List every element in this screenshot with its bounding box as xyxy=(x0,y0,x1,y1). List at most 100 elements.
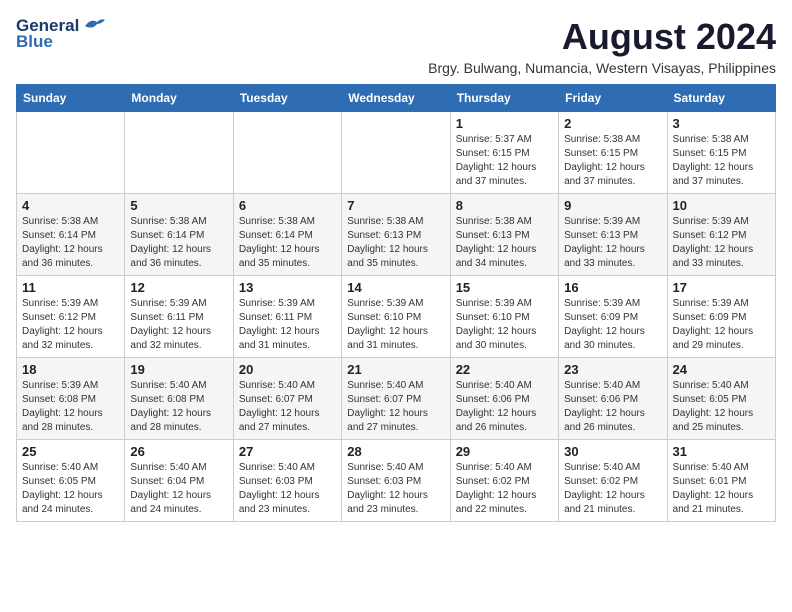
logo-bird-icon xyxy=(83,16,107,36)
day-number: 30 xyxy=(564,444,661,459)
calendar-cell: 3 Sunrise: 5:38 AMSunset: 6:15 PMDaylight… xyxy=(667,112,775,194)
day-number: 16 xyxy=(564,280,661,295)
calendar-cell: 27Sunrise: 5:40 AMSunset: 6:03 PMDayligh… xyxy=(233,440,341,522)
header-cell-saturday: Saturday xyxy=(667,85,775,112)
title-block: August 2024 Brgy. Bulwang, Numancia, Wes… xyxy=(428,16,776,76)
day-number: 6 xyxy=(239,198,336,213)
day-number: 9 xyxy=(564,198,661,213)
calendar-cell: 8 Sunrise: 5:38 AMSunset: 6:13 PMDaylight… xyxy=(450,194,558,276)
day-info: Sunrise: 5:40 AMSunset: 6:05 PMDaylight:… xyxy=(673,379,770,435)
header-row: SundayMondayTuesdayWednesdayThursdayFrid… xyxy=(17,85,776,112)
day-number: 31 xyxy=(673,444,770,459)
day-info: Sunrise: 5:39 AMSunset: 6:09 PMDaylight:… xyxy=(673,297,770,353)
calendar-cell: 28 Sunrise: 5:40 AMSunset: 6:03 PMDayligh… xyxy=(342,440,450,522)
day-info: Sunrise: 5:38 AMSunset: 6:13 PMDaylight:… xyxy=(347,215,444,271)
header-cell-monday: Monday xyxy=(125,85,233,112)
calendar-cell: 7 Sunrise: 5:38 AMSunset: 6:13 PMDaylight… xyxy=(342,194,450,276)
day-number: 19 xyxy=(130,362,227,377)
calendar-cell: 25Sunrise: 5:40 AMSunset: 6:05 PMDayligh… xyxy=(17,440,125,522)
day-info: Sunrise: 5:40 AMSunset: 6:02 PMDaylight:… xyxy=(456,461,553,517)
day-info: Sunrise: 5:40 AMSunset: 6:01 PMDaylight:… xyxy=(673,461,770,517)
calendar-cell: 13 Sunrise: 5:39 AMSunset: 6:11 PMDayligh… xyxy=(233,276,341,358)
calendar-cell: 2 Sunrise: 5:38 AMSunset: 6:15 PMDaylight… xyxy=(559,112,667,194)
page-title: August 2024 xyxy=(428,16,776,58)
day-info: Sunrise: 5:40 AMSunset: 6:02 PMDaylight:… xyxy=(564,461,661,517)
day-number: 8 xyxy=(456,198,553,213)
calendar-cell: 10Sunrise: 5:39 AMSunset: 6:12 PMDayligh… xyxy=(667,194,775,276)
day-number: 24 xyxy=(673,362,770,377)
day-info: Sunrise: 5:39 AMSunset: 6:12 PMDaylight:… xyxy=(673,215,770,271)
day-number: 11 xyxy=(22,280,119,295)
day-number: 15 xyxy=(456,280,553,295)
page-subtitle: Brgy. Bulwang, Numancia, Western Visayas… xyxy=(428,60,776,76)
calendar-cell: 22 Sunrise: 5:40 AMSunset: 6:06 PMDayligh… xyxy=(450,358,558,440)
day-info: Sunrise: 5:40 AMSunset: 6:07 PMDaylight:… xyxy=(239,379,336,435)
calendar-cell: 16 Sunrise: 5:39 AMSunset: 6:09 PMDayligh… xyxy=(559,276,667,358)
day-info: Sunrise: 5:38 AMSunset: 6:14 PMDaylight:… xyxy=(130,215,227,271)
day-info: Sunrise: 5:39 AMSunset: 6:11 PMDaylight:… xyxy=(130,297,227,353)
calendar-cell xyxy=(125,112,233,194)
day-number: 5 xyxy=(130,198,227,213)
calendar-cell: 14 Sunrise: 5:39 AMSunset: 6:10 PMDayligh… xyxy=(342,276,450,358)
calendar-header: SundayMondayTuesdayWednesdayThursdayFrid… xyxy=(17,85,776,112)
day-info: Sunrise: 5:39 AMSunset: 6:09 PMDaylight:… xyxy=(564,297,661,353)
calendar-cell: 11 Sunrise: 5:39 AMSunset: 6:12 PMDayligh… xyxy=(17,276,125,358)
calendar-cell: 15 Sunrise: 5:39 AMSunset: 6:10 PMDayligh… xyxy=(450,276,558,358)
day-info: Sunrise: 5:39 AMSunset: 6:10 PMDaylight:… xyxy=(347,297,444,353)
day-info: Sunrise: 5:39 AMSunset: 6:12 PMDaylight:… xyxy=(22,297,119,353)
day-info: Sunrise: 5:39 AMSunset: 6:13 PMDaylight:… xyxy=(564,215,661,271)
day-info: Sunrise: 5:40 AMSunset: 6:03 PMDaylight:… xyxy=(347,461,444,517)
day-info: Sunrise: 5:40 AMSunset: 6:07 PMDaylight:… xyxy=(347,379,444,435)
day-info: Sunrise: 5:40 AMSunset: 6:03 PMDaylight:… xyxy=(239,461,336,517)
calendar-body: 1 Sunrise: 5:37 AMSunset: 6:15 PMDaylight… xyxy=(17,112,776,522)
day-info: Sunrise: 5:39 AMSunset: 6:08 PMDaylight:… xyxy=(22,379,119,435)
calendar-cell: 30 Sunrise: 5:40 AMSunset: 6:02 PMDayligh… xyxy=(559,440,667,522)
calendar-cell: 12Sunrise: 5:39 AMSunset: 6:11 PMDayligh… xyxy=(125,276,233,358)
calendar-cell xyxy=(17,112,125,194)
day-info: Sunrise: 5:39 AMSunset: 6:10 PMDaylight:… xyxy=(456,297,553,353)
calendar-week-1: 1 Sunrise: 5:37 AMSunset: 6:15 PMDaylight… xyxy=(17,112,776,194)
day-number: 1 xyxy=(456,116,553,131)
calendar-cell: 6Sunrise: 5:38 AMSunset: 6:14 PMDaylight… xyxy=(233,194,341,276)
calendar-cell: 29 Sunrise: 5:40 AMSunset: 6:02 PMDayligh… xyxy=(450,440,558,522)
header-cell-sunday: Sunday xyxy=(17,85,125,112)
calendar-cell xyxy=(233,112,341,194)
logo: General Blue xyxy=(16,16,107,52)
calendar-week-5: 25Sunrise: 5:40 AMSunset: 6:05 PMDayligh… xyxy=(17,440,776,522)
day-number: 7 xyxy=(347,198,444,213)
day-info: Sunrise: 5:38 AMSunset: 6:14 PMDaylight:… xyxy=(22,215,119,271)
day-info: Sunrise: 5:38 AMSunset: 6:15 PMDaylight:… xyxy=(564,133,661,189)
calendar-cell: 26 Sunrise: 5:40 AMSunset: 6:04 PMDayligh… xyxy=(125,440,233,522)
header-cell-wednesday: Wednesday xyxy=(342,85,450,112)
calendar-table: SundayMondayTuesdayWednesdayThursdayFrid… xyxy=(16,84,776,522)
day-info: Sunrise: 5:38 AMSunset: 6:15 PMDaylight:… xyxy=(673,133,770,189)
day-info: Sunrise: 5:40 AMSunset: 6:04 PMDaylight:… xyxy=(130,461,227,517)
calendar-cell xyxy=(342,112,450,194)
day-number: 28 xyxy=(347,444,444,459)
calendar-cell: 4Sunrise: 5:38 AMSunset: 6:14 PMDaylight… xyxy=(17,194,125,276)
day-info: Sunrise: 5:37 AMSunset: 6:15 PMDaylight:… xyxy=(456,133,553,189)
day-info: Sunrise: 5:38 AMSunset: 6:13 PMDaylight:… xyxy=(456,215,553,271)
calendar-cell: 19Sunrise: 5:40 AMSunset: 6:08 PMDayligh… xyxy=(125,358,233,440)
day-number: 21 xyxy=(347,362,444,377)
day-info: Sunrise: 5:40 AMSunset: 6:06 PMDaylight:… xyxy=(564,379,661,435)
day-number: 26 xyxy=(130,444,227,459)
day-info: Sunrise: 5:39 AMSunset: 6:11 PMDaylight:… xyxy=(239,297,336,353)
day-info: Sunrise: 5:40 AMSunset: 6:05 PMDaylight:… xyxy=(22,461,119,517)
day-number: 22 xyxy=(456,362,553,377)
calendar-cell: 20Sunrise: 5:40 AMSunset: 6:07 PMDayligh… xyxy=(233,358,341,440)
day-number: 3 xyxy=(673,116,770,131)
header: General Blue August 2024 Brgy. Bulwang, … xyxy=(16,16,776,76)
header-cell-friday: Friday xyxy=(559,85,667,112)
day-number: 13 xyxy=(239,280,336,295)
day-info: Sunrise: 5:40 AMSunset: 6:06 PMDaylight:… xyxy=(456,379,553,435)
day-number: 14 xyxy=(347,280,444,295)
day-number: 2 xyxy=(564,116,661,131)
day-number: 29 xyxy=(456,444,553,459)
header-cell-tuesday: Tuesday xyxy=(233,85,341,112)
day-number: 23 xyxy=(564,362,661,377)
calendar-cell: 31 Sunrise: 5:40 AMSunset: 6:01 PMDayligh… xyxy=(667,440,775,522)
logo-text-blue: Blue xyxy=(16,32,53,52)
calendar-cell: 18Sunrise: 5:39 AMSunset: 6:08 PMDayligh… xyxy=(17,358,125,440)
calendar-cell: 21 Sunrise: 5:40 AMSunset: 6:07 PMDayligh… xyxy=(342,358,450,440)
